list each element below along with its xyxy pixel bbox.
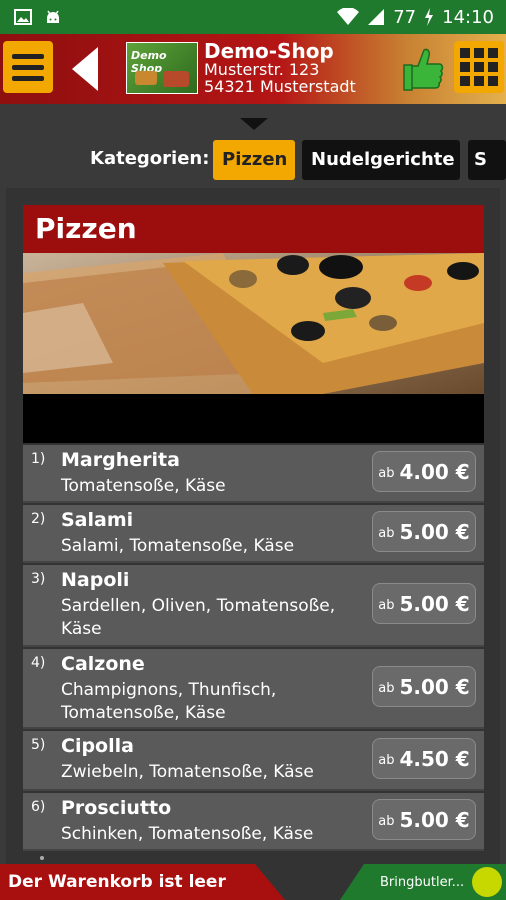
item-name: Salami bbox=[61, 509, 134, 531]
address-street: Musterstr. 123 bbox=[204, 60, 320, 79]
item-description: Schinken, Tomatensoße, Käse bbox=[61, 824, 314, 844]
menu-item-row[interactable]: 2) Salami Salami, Tomatensoße, Käse ab 5… bbox=[23, 505, 484, 563]
grid-icon bbox=[460, 48, 470, 58]
price-button[interactable]: ab 5.00 € bbox=[372, 666, 476, 707]
price-value: 4.50 € bbox=[399, 746, 470, 771]
price-prefix: ab bbox=[378, 526, 395, 541]
image-notification-icon bbox=[14, 9, 32, 25]
battery-charging-icon bbox=[425, 8, 434, 26]
price-button[interactable]: ab 4.00 € bbox=[372, 451, 476, 492]
menu-item-row[interactable]: 1) Margherita Tomatensoße, Käse ab 4.00 … bbox=[23, 445, 484, 503]
back-arrow-icon[interactable] bbox=[72, 47, 98, 91]
item-number: 4) bbox=[31, 655, 46, 671]
shop-address: Musterstr. 123 54321 Musterstadt bbox=[204, 61, 356, 95]
item-name: Napoli bbox=[61, 569, 130, 591]
price-prefix: ab bbox=[378, 598, 395, 613]
cell-signal-icon bbox=[368, 9, 385, 25]
app-header: Demo Shop Demo-Shop Musterstr. 123 54321… bbox=[0, 34, 506, 104]
menu-item-row[interactable]: 6) Prosciutto Schinken, Tomatensoße, Käs… bbox=[23, 793, 484, 851]
shop-name: Demo-Shop bbox=[204, 39, 334, 63]
item-number: 2) bbox=[31, 511, 46, 527]
shop-logo: Demo Shop bbox=[126, 42, 198, 94]
scroll-dot bbox=[40, 856, 44, 860]
tab-next-category[interactable]: S bbox=[468, 140, 506, 180]
item-description: Salami, Tomatensoße, Käse bbox=[61, 536, 295, 556]
price-value: 5.00 € bbox=[399, 591, 470, 616]
item-number: 1) bbox=[31, 451, 46, 467]
menu-button[interactable] bbox=[3, 41, 53, 93]
item-name: Cipolla bbox=[61, 735, 134, 757]
grid-view-button[interactable] bbox=[454, 41, 504, 93]
clock: 14:10 bbox=[442, 6, 494, 28]
address-city: 54321 Musterstadt bbox=[204, 77, 356, 96]
item-name: Margherita bbox=[61, 449, 180, 471]
price-value: 5.00 € bbox=[399, 519, 470, 544]
android-notification-icon bbox=[47, 10, 59, 23]
item-description: Sardellen, Oliven, Tomatensoße, Käse bbox=[61, 596, 336, 639]
tab-pizzen[interactable]: Pizzen bbox=[213, 140, 295, 180]
item-description: Tomatensoße, Käse bbox=[61, 476, 226, 496]
pizza-hero-image bbox=[23, 253, 484, 394]
price-button[interactable]: ab 5.00 € bbox=[372, 511, 476, 552]
section-title: Pizzen bbox=[35, 212, 137, 245]
brand-text: Bringbutler... bbox=[380, 875, 465, 890]
price-value: 5.00 € bbox=[399, 807, 470, 832]
price-prefix: ab bbox=[378, 466, 395, 481]
item-number: 5) bbox=[31, 737, 46, 753]
cart-status-text: Der Warenkorb ist leer bbox=[8, 872, 226, 892]
bottom-bar: Der Warenkorb ist leer Bringbutler... bbox=[0, 864, 506, 900]
menu-item-row[interactable]: 5) Cipolla Zwiebeln, Tomatensoße, Käse a… bbox=[23, 731, 484, 791]
price-button[interactable]: ab 5.00 € bbox=[372, 799, 476, 840]
image-caption-bar bbox=[23, 394, 484, 443]
cart-button[interactable]: Der Warenkorb ist leer bbox=[0, 864, 285, 900]
price-value: 4.00 € bbox=[399, 459, 470, 484]
price-button[interactable]: ab 5.00 € bbox=[372, 583, 476, 624]
item-name: Calzone bbox=[61, 653, 145, 675]
section-header: Pizzen bbox=[23, 205, 484, 253]
item-number: 6) bbox=[31, 799, 46, 815]
item-description: Champignons, Thunfisch, Tomatensoße, Käs… bbox=[61, 680, 277, 723]
status-bar: 77 14:10 bbox=[0, 0, 506, 34]
tab-nudelgerichte[interactable]: Nudelgerichte bbox=[302, 140, 460, 180]
price-prefix: ab bbox=[378, 681, 395, 696]
price-value: 5.00 € bbox=[399, 674, 470, 699]
wifi-icon bbox=[337, 8, 360, 25]
price-prefix: ab bbox=[378, 753, 395, 768]
thumbs-up-icon bbox=[403, 48, 444, 91]
item-description: Zwiebeln, Tomatensoße, Käse bbox=[61, 762, 314, 782]
brand-logo-icon bbox=[472, 867, 502, 897]
hamburger-icon bbox=[12, 53, 44, 59]
menu-item-row[interactable]: 4) Calzone Champignons, Thunfisch, Tomat… bbox=[23, 649, 484, 729]
category-pointer-icon bbox=[240, 118, 268, 130]
item-name: Prosciutto bbox=[61, 797, 172, 819]
battery-percent: 77 bbox=[393, 6, 417, 28]
price-prefix: ab bbox=[378, 814, 395, 829]
item-number: 3) bbox=[31, 571, 46, 587]
menu-item-row[interactable]: 3) Napoli Sardellen, Oliven, Tomatensoße… bbox=[23, 565, 484, 647]
category-label: Kategorien: bbox=[90, 148, 210, 169]
price-button[interactable]: ab 4.50 € bbox=[372, 738, 476, 779]
